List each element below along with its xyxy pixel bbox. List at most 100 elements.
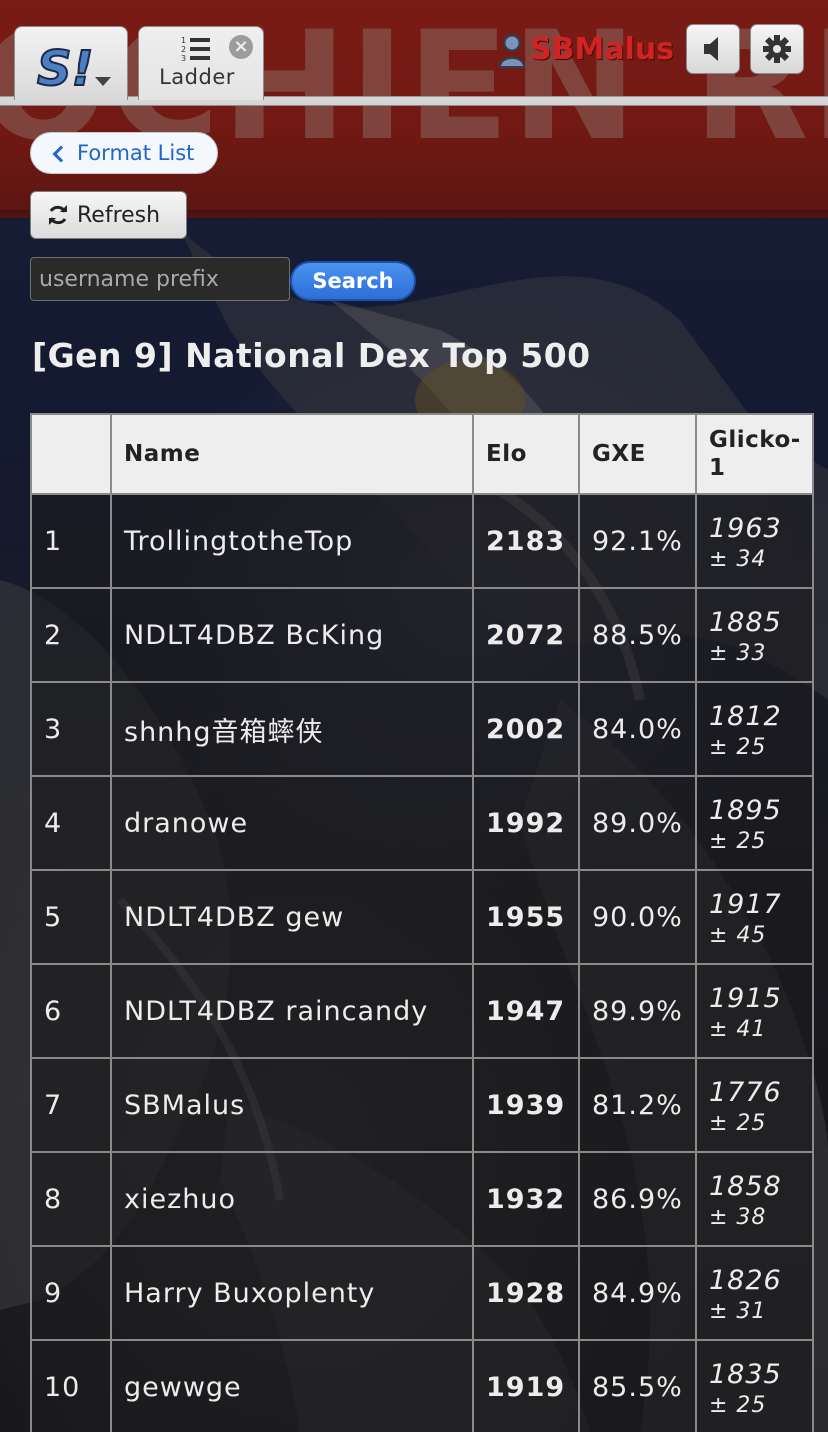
glicko-cell: 1915 ± 41 [695,963,814,1059]
table-row: 7 SBMalus 1939 81.2% 1776 ± 25 [30,1057,814,1153]
elo-cell: 1992 [472,775,580,871]
home-tab[interactable]: S! [14,26,128,100]
gxe-cell: 88.5% [578,587,697,683]
table-row: 4 dranowe 1992 89.0% 1895 ± 25 [30,775,814,871]
showdown-logo-icon: S! [36,40,94,93]
player-name-link[interactable]: Harry Buxoplenty [110,1245,474,1341]
speaker-icon [704,37,718,61]
glicko-deviation: ± 25 [709,1111,767,1136]
refresh-label: Refresh [77,202,161,228]
glicko-rating: 1858 [709,1171,782,1202]
sound-button[interactable] [686,24,740,74]
glicko-deviation: ± 45 [709,923,767,948]
glicko-cell: 1826 ± 31 [695,1245,814,1341]
svg-text:1: 1 [181,36,186,45]
gear-icon [763,35,791,63]
gxe-cell: 84.9% [578,1245,697,1341]
user-icon [498,34,526,68]
glicko-deviation: ± 31 [709,1299,767,1324]
gxe-cell: 81.2% [578,1057,697,1153]
username[interactable]: SBMalus [530,32,674,67]
player-name-link[interactable]: SBMalus [110,1057,474,1153]
rank-cell: 4 [30,775,112,871]
glicko-deviation: ± 25 [709,829,767,854]
table-row: 8 xiezhuo 1932 86.9% 1858 ± 38 [30,1151,814,1247]
player-name-link[interactable]: NDLT4DBZ BcKing [110,587,474,683]
elo-cell: 2072 [472,587,580,683]
tab-ladder[interactable]: 1 2 3 × Ladder [138,26,264,100]
table-row: 3 shnhg音箱蟀侠 2002 84.0% 1812 ± 25 [30,681,814,777]
gxe-cell: 85.5% [578,1339,697,1432]
rank-cell: 8 [30,1151,112,1247]
rank-cell: 7 [30,1057,112,1153]
glicko-cell: 1812 ± 25 [695,681,814,777]
table-row: 6 NDLT4DBZ raincandy 1947 89.9% 1915 ± 41 [30,963,814,1059]
svg-text:3: 3 [181,54,186,63]
elo-cell: 1919 [472,1339,580,1432]
refresh-icon [49,205,67,225]
player-name-link[interactable]: NDLT4DBZ raincandy [110,963,474,1059]
elo-cell: 1955 [472,869,580,965]
header-rank [30,413,112,495]
menu-caret-icon [95,77,111,86]
glicko-rating: 1826 [709,1265,782,1296]
elo-cell: 2183 [472,493,580,589]
table-header-row: Name Elo GXE Glicko-1 [30,413,814,495]
table-row: 2 NDLT4DBZ BcKing 2072 88.5% 1885 ± 33 [30,587,814,683]
svg-text:2: 2 [181,45,186,54]
glicko-rating: 1963 [709,513,782,544]
header-glicko: Glicko-1 [695,413,814,495]
glicko-cell: 1885 ± 33 [695,587,814,683]
refresh-button[interactable]: Refresh [30,191,187,239]
glicko-rating: 1835 [709,1359,782,1390]
ladder-table: Name Elo GXE Glicko-1 1 TrollingtotheTop… [30,413,814,1432]
header-gxe: GXE [578,413,697,495]
player-name-link[interactable]: NDLT4DBZ gew [110,869,474,965]
rank-cell: 9 [30,1245,112,1341]
glicko-deviation: ± 38 [709,1205,767,1230]
gxe-cell: 89.0% [578,775,697,871]
glicko-cell: 1776 ± 25 [695,1057,814,1153]
glicko-rating: 1812 [709,701,782,732]
rank-cell: 5 [30,869,112,965]
elo-cell: 1939 [472,1057,580,1153]
glicko-deviation: ± 34 [709,547,767,572]
page-title: [Gen 9] National Dex Top 500 [32,336,591,375]
settings-button[interactable] [750,24,804,74]
glicko-deviation: ± 41 [709,1017,767,1042]
header-name: Name [110,413,474,495]
search-button[interactable]: Search [290,261,416,301]
rank-cell: 1 [30,493,112,589]
numbered-list-icon: 1 2 3 [181,36,210,63]
player-name-link[interactable]: xiezhuo [110,1151,474,1247]
gxe-cell: 84.0% [578,681,697,777]
chevron-left-icon [52,145,70,162]
top-header: S! 1 2 3 × Ladder SBMalus [0,0,828,108]
format-list-button[interactable]: Format List [30,132,218,174]
close-icon[interactable]: × [229,35,253,59]
elo-cell: 1947 [472,963,580,1059]
gxe-cell: 90.0% [578,869,697,965]
glicko-rating: 1915 [709,983,782,1014]
gxe-cell: 92.1% [578,493,697,589]
glicko-deviation: ± 25 [709,735,767,760]
glicko-deviation: ± 33 [709,641,767,666]
glicko-deviation: ± 25 [709,1393,767,1418]
username-search-input[interactable] [30,257,290,301]
glicko-cell: 1858 ± 38 [695,1151,814,1247]
player-name-link[interactable]: TrollingtotheTop [110,493,474,589]
table-row: 10 gewwge 1919 85.5% 1835 ± 25 [30,1339,814,1432]
rank-cell: 10 [30,1339,112,1432]
elo-cell: 2002 [472,681,580,777]
player-name-link[interactable]: gewwge [110,1339,474,1432]
player-name-link[interactable]: dranowe [110,775,474,871]
table-row: 5 NDLT4DBZ gew 1955 90.0% 1917 ± 45 [30,869,814,965]
player-name-link[interactable]: shnhg音箱蟀侠 [110,681,474,777]
svg-text:S!: S! [37,41,93,93]
glicko-cell: 1963 ± 34 [695,493,814,589]
glicko-rating: 1917 [709,889,782,920]
table-row: 1 TrollingtotheTop 2183 92.1% 1963 ± 34 [30,493,814,589]
tab-ladder-label: Ladder [159,65,235,89]
rank-cell: 6 [30,963,112,1059]
elo-cell: 1932 [472,1151,580,1247]
